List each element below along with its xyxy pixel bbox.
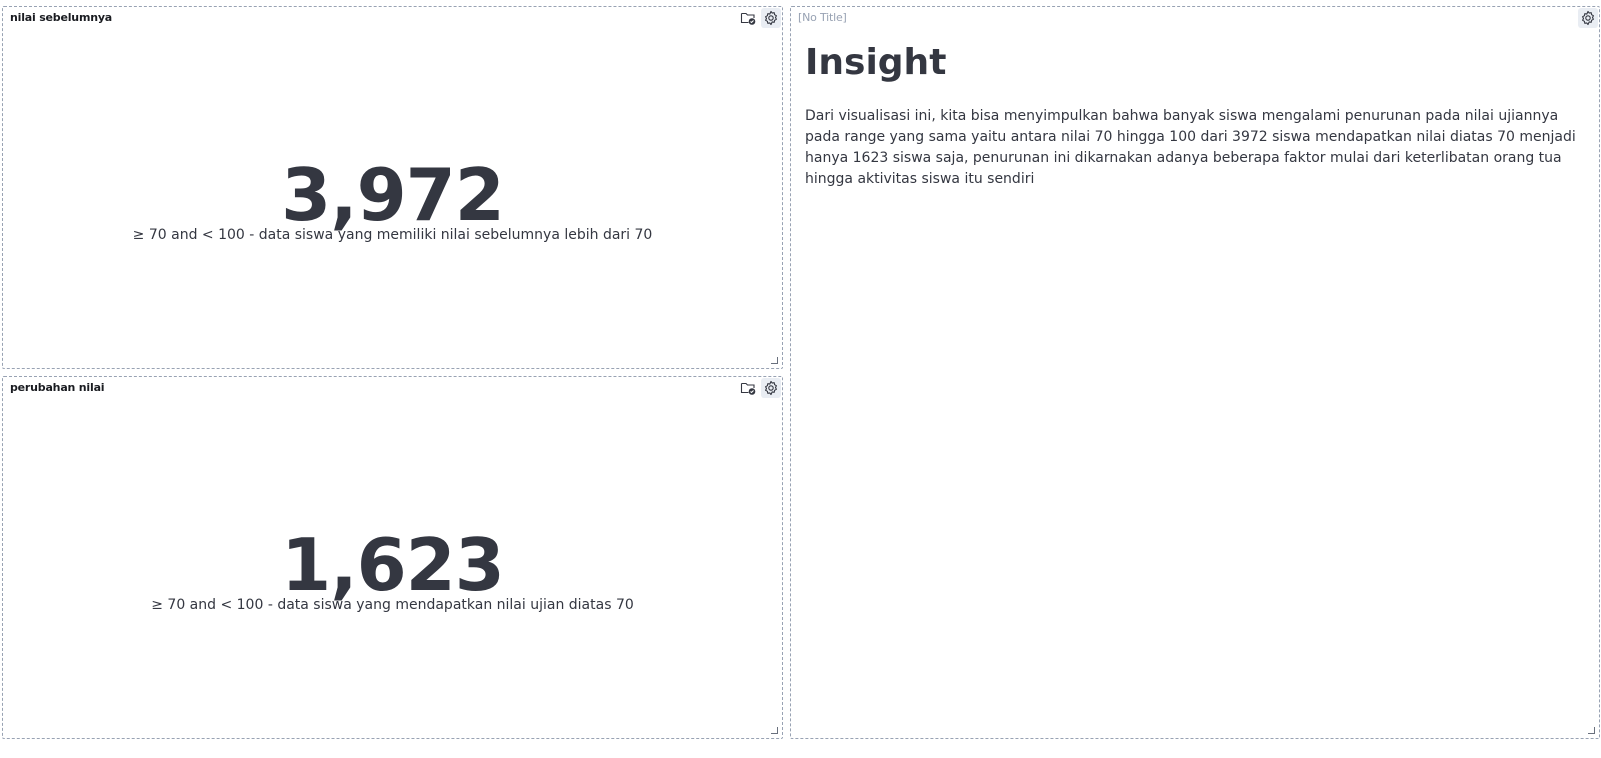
- folder-check-icon[interactable]: [738, 8, 758, 28]
- markdown-paragraph: Dari visualisasi ini, kita bisa menyimpu…: [805, 108, 1576, 188]
- panel-perubahan-nilai: perubahan nilai 1,623 ≥ 70 and < 100 - d…: [2, 376, 783, 739]
- resize-handle-icon[interactable]: [771, 357, 778, 364]
- panel-actions: [738, 8, 781, 28]
- dashboard: nilai sebelumnya 3,972 ≥ 70 and < 100 - …: [0, 0, 1601, 758]
- resize-handle-icon[interactable]: [1588, 727, 1595, 734]
- metric-label: ≥ 70 and < 100 - data siswa yang mendapa…: [151, 597, 634, 613]
- folder-check-icon[interactable]: [738, 378, 758, 398]
- gear-icon[interactable]: [761, 8, 781, 28]
- metric: 3,972 ≥ 70 and < 100 - data siswa yang m…: [3, 159, 782, 243]
- markdown-heading: Insight: [805, 42, 947, 83]
- panel-actions: [738, 378, 781, 398]
- gear-icon[interactable]: [1578, 8, 1598, 28]
- panel-title: nilai sebelumnya: [10, 11, 113, 24]
- markdown-content: Insight Dari visualisasi ini, kita bisa …: [805, 41, 1579, 190]
- metric-value: 3,972: [281, 153, 505, 237]
- gear-icon[interactable]: [761, 378, 781, 398]
- panel-insight: [No Title] Insight Dari visualisasi ini,…: [790, 6, 1600, 739]
- metric-label: ≥ 70 and < 100 - data siswa yang memilik…: [132, 227, 653, 243]
- metric: 1,623 ≥ 70 and < 100 - data siswa yang m…: [3, 529, 782, 613]
- panel-nilai-sebelumnya: nilai sebelumnya 3,972 ≥ 70 and < 100 - …: [2, 6, 783, 369]
- panel-actions: [1578, 8, 1598, 28]
- resize-handle-icon[interactable]: [771, 727, 778, 734]
- panel-title: perubahan nilai: [10, 381, 105, 394]
- panel-title: [No Title]: [798, 11, 847, 24]
- metric-value: 1,623: [281, 523, 505, 607]
